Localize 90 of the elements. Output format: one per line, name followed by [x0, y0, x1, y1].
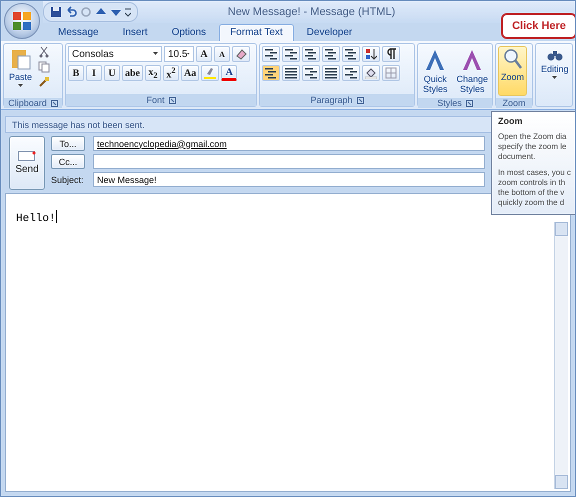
magnifier-icon: [502, 48, 522, 70]
ribbon-tab[interactable]: Format Text: [219, 24, 294, 41]
callout: Click Here: [501, 13, 575, 39]
send-button[interactable]: Send: [9, 136, 45, 190]
to-button[interactable]: To...: [51, 136, 85, 151]
text-cursor: [56, 210, 57, 224]
window-title: New Message! - Message (HTML): [226, 6, 396, 18]
tooltip-text: In most cases, you c zoom controls in th the bottom of the v quickly zoom the d: [498, 168, 572, 208]
office-logo-icon: [12, 11, 32, 31]
subject-label: Subject:: [51, 174, 85, 184]
borders-icon: [385, 67, 397, 79]
envelope-icon: [18, 151, 36, 161]
subject-field[interactable]: New Message!: [93, 172, 485, 187]
cc-field[interactable]: [93, 154, 485, 169]
group-label: Paragraph: [310, 95, 353, 105]
sort-button[interactable]: [362, 46, 380, 62]
message-body-text: Hello!: [16, 213, 56, 225]
grow-font-button[interactable]: A: [196, 46, 212, 62]
dialog-launcher-icon: [168, 96, 176, 104]
font-style-button[interactable]: U: [104, 65, 120, 81]
bullets-icon: [265, 48, 277, 60]
eraser-icon: [235, 48, 247, 60]
group-label: Styles: [437, 98, 462, 108]
dialog-launcher-icon: [356, 96, 364, 104]
font-style-button[interactable]: x$_{2}$: [145, 65, 161, 81]
multilevel-list-icon: [305, 48, 317, 60]
highlighter-icon: [204, 67, 216, 79]
ribbon-tab[interactable]: Message: [47, 24, 110, 41]
group-label: Font: [146, 95, 164, 105]
clipboard-icon: [10, 48, 30, 70]
format-painter-icon: [38, 76, 50, 88]
font-style-button[interactable]: I: [86, 65, 102, 81]
sort-icon: [365, 48, 377, 60]
multilevel-list-button[interactable]: [302, 46, 320, 62]
office-button[interactable]: [4, 3, 40, 39]
group-label: Zoom: [502, 98, 526, 108]
shrink-font-button[interactable]: A: [214, 46, 230, 62]
paint-bucket-icon: [365, 67, 377, 79]
ribbon-tab[interactable]: Insert: [112, 24, 159, 41]
tooltip-title: Zoom: [498, 116, 524, 126]
styles-button[interactable]: Change Styles: [454, 46, 492, 96]
center-button[interactable]: [282, 65, 300, 81]
increase-indent-icon: [345, 48, 357, 60]
scrollbar[interactable]: [554, 222, 568, 489]
numbering-button[interactable]: [282, 46, 300, 62]
font-style-button[interactable]: B: [68, 65, 84, 81]
highlight-button[interactable]: [201, 65, 220, 81]
binoculars-icon: [546, 48, 563, 62]
center-icon: [285, 67, 297, 79]
increase-indent-button[interactable]: [342, 46, 360, 62]
customize-icon: [125, 6, 131, 18]
line-spacing-icon: [345, 67, 357, 79]
scissors-icon: [38, 46, 50, 58]
align-left-icon: [265, 67, 277, 79]
font-style-button[interactable]: x$^{2}$: [163, 65, 179, 81]
justify-icon: [325, 67, 337, 79]
align-left-button[interactable]: [262, 65, 280, 81]
zoom-button[interactable]: Zoom: [498, 46, 528, 96]
font-size-field[interactable]: 10.5: [164, 46, 194, 62]
show-formatting-button[interactable]: [382, 46, 400, 62]
shading-button[interactable]: [362, 65, 380, 81]
caret-icon: [18, 84, 23, 88]
line-spacing-button[interactable]: [342, 65, 360, 81]
align-right-icon: [305, 67, 317, 79]
styles-button[interactable]: Quick Styles: [420, 46, 451, 96]
copy-icon: [38, 61, 50, 73]
tooltip-text: Open the Zoom dia specify the zoom le document.: [498, 132, 568, 162]
caret-icon: [153, 52, 158, 56]
font-style-button[interactable]: abe: [122, 65, 143, 81]
dialog-launcher-icon: [466, 100, 473, 106]
font-style-button[interactable]: Aa: [181, 65, 200, 81]
clear-formatting-button[interactable]: [232, 46, 250, 62]
font-name-field[interactable]: Consolas: [68, 46, 162, 62]
undo-icon: [65, 6, 77, 18]
decrease-indent-button[interactable]: [322, 46, 340, 62]
dialog-launcher-icon: [50, 100, 58, 106]
ribbon-tab[interactable]: Options: [160, 24, 218, 41]
to-field[interactable]: technoencyclopedia@gmail.com: [93, 136, 485, 151]
caret-icon: [552, 76, 558, 80]
ribbon-tab[interactable]: Developer: [296, 24, 364, 41]
decrease-indent-icon: [325, 48, 337, 60]
pilcrow-icon: [385, 48, 397, 60]
font-color-button[interactable]: A: [221, 65, 238, 81]
cc-button[interactable]: Cc...: [51, 154, 85, 169]
numbering-icon: [285, 48, 297, 60]
align-right-button[interactable]: [302, 65, 320, 81]
save-icon: [50, 6, 62, 18]
group-label: Clipboard: [8, 98, 47, 108]
justify-button[interactable]: [322, 65, 340, 81]
bullets-button[interactable]: [262, 46, 280, 62]
